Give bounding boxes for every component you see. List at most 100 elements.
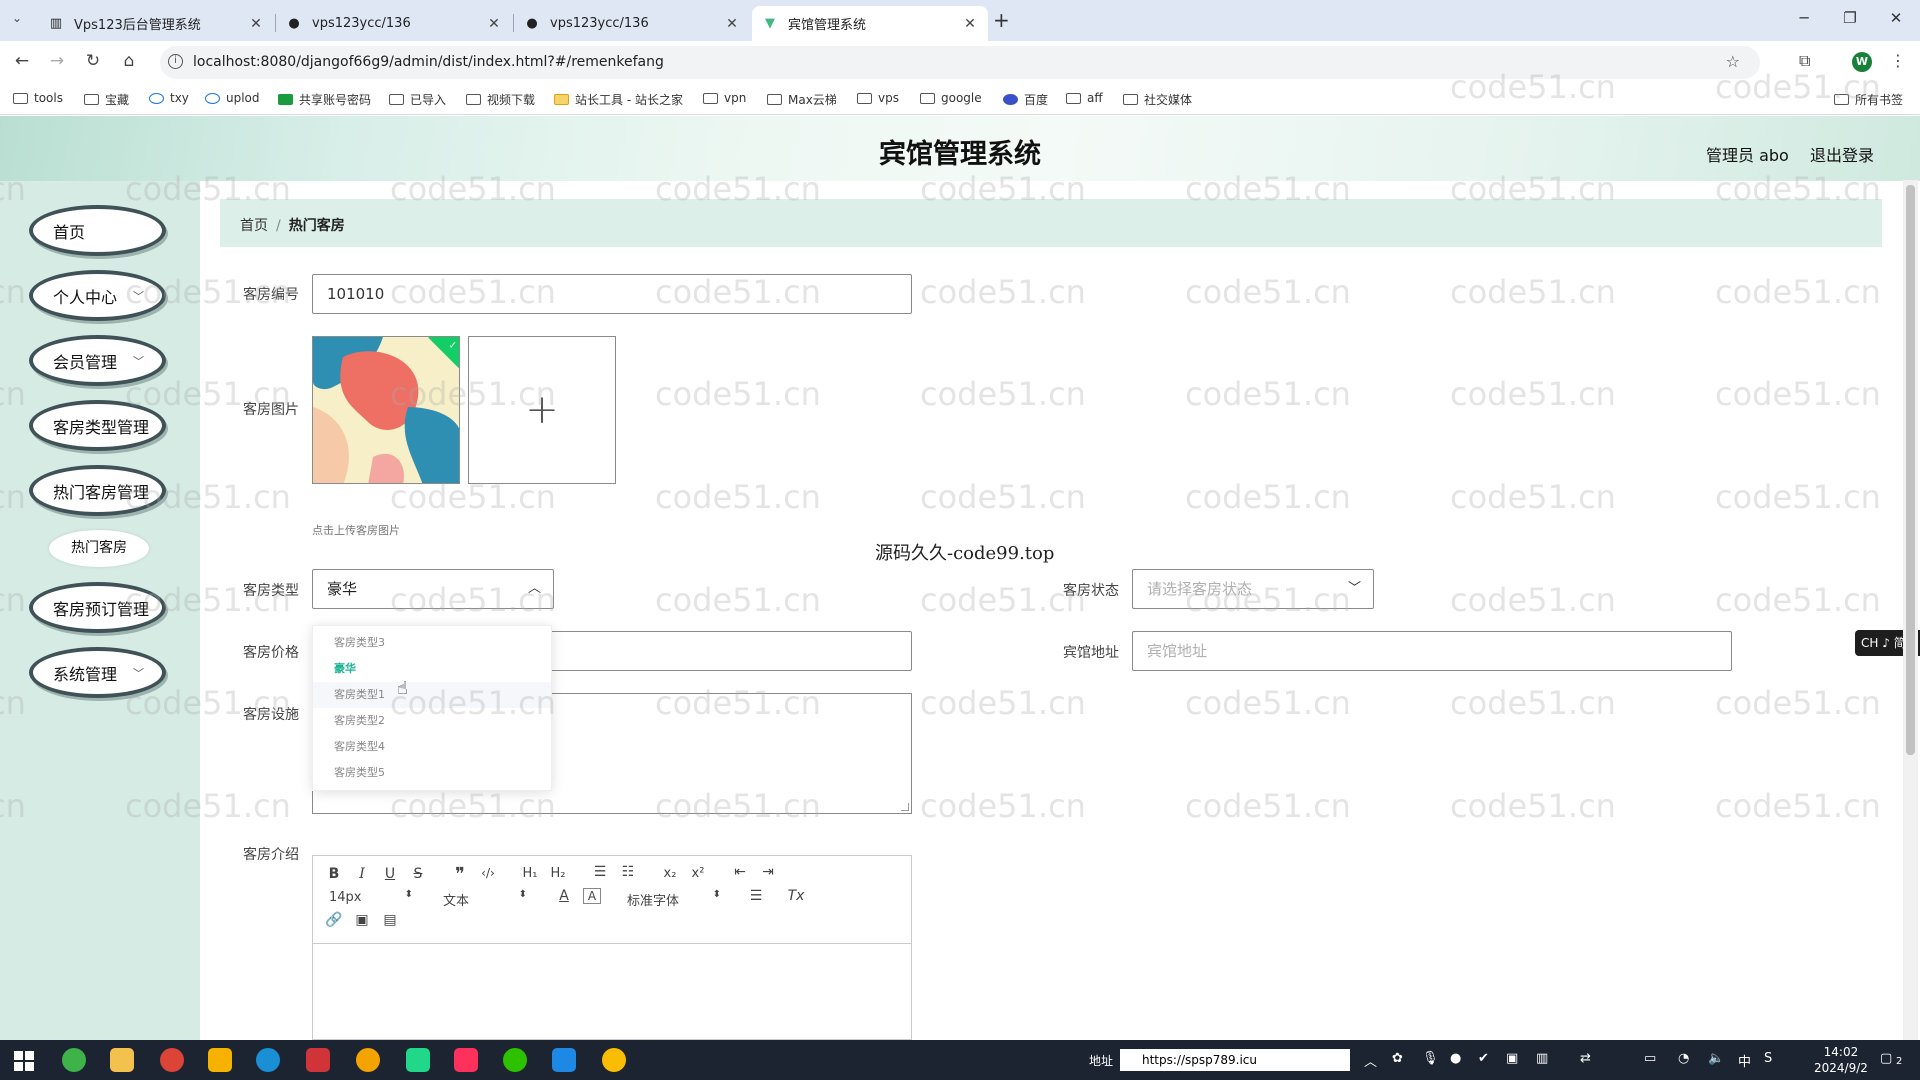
strikethrough-icon[interactable]: S: [409, 866, 427, 882]
chrome-icon[interactable]: [160, 1048, 184, 1072]
tab-close-icon[interactable]: ✕: [724, 16, 740, 32]
taskbar-address-input[interactable]: https://spsp789.icu: [1120, 1049, 1350, 1071]
tray-app3-icon[interactable]: ▥: [1536, 1051, 1548, 1066]
bookmark-item[interactable]: vps: [857, 91, 899, 105]
video-icon[interactable]: ▤: [381, 912, 399, 928]
restore-icon[interactable]: ❐: [1840, 9, 1860, 27]
volume-icon[interactable]: 🔈: [1708, 1051, 1724, 1066]
tray-expand-icon[interactable]: ︿: [1364, 1051, 1377, 1070]
bookmark-item[interactable]: Max云梯: [767, 91, 837, 108]
font-family-select[interactable]: 标准字体 ⬍: [627, 889, 721, 909]
background-color-icon[interactable]: A: [583, 888, 601, 904]
sogou-icon[interactable]: S: [1764, 1051, 1772, 1066]
italic-icon[interactable]: I: [353, 866, 371, 882]
room-status-select[interactable]: 请选择客房状态 ﹀: [1132, 569, 1374, 609]
page-scrollbar[interactable]: [1903, 180, 1918, 1040]
dropdown-option-hovered[interactable]: 客房类型1: [313, 682, 551, 708]
bookmark-item[interactable]: txy: [149, 91, 189, 105]
code-block-icon[interactable]: ‹/›: [479, 866, 497, 880]
outdent-icon[interactable]: ⇤: [731, 864, 749, 880]
forward-icon[interactable]: →: [46, 51, 68, 71]
superscript-icon[interactable]: x²: [689, 866, 707, 881]
indent-icon[interactable]: ⇥: [759, 864, 777, 880]
browser-tab-4-active[interactable]: ▼ 宾馆管理系统 ✕: [752, 6, 988, 41]
bookmark-item[interactable]: google: [920, 91, 982, 105]
wps-icon[interactable]: [306, 1048, 330, 1072]
font-size-select[interactable]: 14px ⬍: [329, 889, 413, 905]
vscode-like-icon[interactable]: [552, 1048, 576, 1072]
hotel-address-input[interactable]: 宾馆地址: [1132, 631, 1732, 671]
home-icon[interactable]: ⌂: [118, 51, 140, 71]
window-close-icon[interactable]: ✕: [1886, 9, 1906, 27]
bookmark-item[interactable]: uplod: [205, 91, 260, 105]
room-image-thumbnail[interactable]: ✓: [312, 336, 460, 484]
app-360-icon[interactable]: [62, 1048, 86, 1072]
app-icon[interactable]: [356, 1048, 380, 1072]
room-no-input[interactable]: 101010: [312, 274, 912, 314]
sidebar-item-home[interactable]: 首页: [29, 205, 166, 256]
profile-avatar[interactable]: W: [1852, 52, 1872, 72]
extensions-icon[interactable]: ⧉: [1799, 51, 1810, 71]
tray-wechat-icon[interactable]: ●: [1450, 1051, 1461, 1066]
file-explorer-icon[interactable]: [110, 1048, 134, 1072]
sidebar-item-hot-room-mgmt[interactable]: 热门客房管理: [29, 465, 166, 516]
taskbar-clock[interactable]: 14:02 2024/9/2: [1814, 1044, 1868, 1076]
all-bookmarks[interactable]: 所有书签: [1834, 91, 1903, 108]
sidebar-item-member-mgmt[interactable]: 会员管理 ﹀: [29, 335, 166, 386]
font-color-icon[interactable]: A: [555, 888, 573, 904]
dropdown-option[interactable]: 客房类型4: [313, 734, 551, 760]
blockquote-icon[interactable]: ❞: [451, 864, 469, 885]
heading-1-icon[interactable]: H₁: [521, 866, 539, 881]
pycharm-icon[interactable]: [406, 1048, 430, 1072]
wifi-icon[interactable]: ◔: [1678, 1051, 1689, 1066]
tab-search-icon[interactable]: ⌄: [12, 11, 22, 25]
bookmark-item[interactable]: 视频下载: [466, 91, 535, 108]
bullet-list-icon[interactable]: ☷: [619, 864, 637, 880]
windows-start-icon[interactable]: [14, 1051, 34, 1071]
heading-2-icon[interactable]: H₂: [549, 866, 567, 881]
bold-icon[interactable]: B: [325, 866, 343, 882]
tray-toggle-icon[interactable]: ⇄: [1580, 1051, 1591, 1066]
bookmark-star-icon[interactable]: ☆: [1726, 52, 1740, 71]
chrome-alt-icon[interactable]: [602, 1048, 626, 1072]
bookmark-item[interactable]: 社交媒体: [1123, 91, 1192, 108]
align-icon[interactable]: ☰: [747, 888, 765, 904]
browser-menu-icon[interactable]: ⋮: [1890, 51, 1906, 70]
add-image-button[interactable]: +: [468, 336, 616, 484]
logout-button[interactable]: 退出登录: [1810, 142, 1874, 166]
bookmark-item[interactable]: aff: [1066, 91, 1103, 105]
address-url[interactable]: localhost:8080/djangof66g9/admin/dist/in…: [193, 54, 664, 70]
bookmark-item[interactable]: tools: [13, 91, 63, 105]
room-type-select[interactable]: 豪华 ︿: [312, 569, 554, 609]
resize-handle-icon[interactable]: [901, 803, 909, 811]
tray-app2-icon[interactable]: ▣: [1506, 1051, 1518, 1066]
sidebar-item-personal-center[interactable]: 个人中心 ﹀: [29, 270, 166, 321]
underline-icon[interactable]: U: [381, 866, 399, 882]
sidebar-item-room-type-mgmt[interactable]: 客房类型管理: [29, 400, 166, 451]
sidebar-item-booking-mgmt[interactable]: 客房预订管理: [29, 582, 166, 633]
reload-icon[interactable]: ↻: [82, 51, 104, 71]
new-tab-icon[interactable]: +: [993, 8, 1010, 32]
tab-close-icon[interactable]: ✕: [486, 16, 502, 32]
breadcrumb-home[interactable]: 首页: [240, 218, 268, 234]
bookmark-item[interactable]: 共享账号密码: [278, 91, 371, 108]
wechat-icon[interactable]: [503, 1048, 527, 1072]
minimize-icon[interactable]: ─: [1794, 9, 1814, 27]
link-icon[interactable]: 🔗: [325, 912, 343, 928]
bookmark-item[interactable]: 站长工具 - 站长之家: [554, 91, 683, 108]
bookmark-item[interactable]: 宝藏: [84, 91, 129, 108]
scrollbar-thumb[interactable]: [1906, 185, 1915, 755]
dropdown-option-selected[interactable]: 豪华: [313, 656, 551, 682]
header-select[interactable]: 文本 ⬍: [443, 889, 527, 909]
browser-tab-2[interactable]: ● vps123ycc/136 ✕: [276, 6, 512, 41]
ordered-list-icon[interactable]: ☰: [591, 864, 609, 880]
sublime-icon[interactable]: [208, 1048, 232, 1072]
intellij-icon[interactable]: [454, 1048, 478, 1072]
microphone-icon[interactable]: 🎙: [1422, 1051, 1439, 1066]
notification-icon[interactable]: ▢: [1880, 1051, 1892, 1066]
tray-check-icon[interactable]: ✔: [1478, 1051, 1489, 1066]
clear-format-icon[interactable]: Tx: [787, 888, 805, 904]
site-info-icon[interactable]: i: [168, 54, 183, 69]
browser-tab-3[interactable]: ● vps123ycc/136 ✕: [514, 6, 750, 41]
sidebar-item-system-mgmt[interactable]: 系统管理 ﹀: [29, 647, 166, 698]
